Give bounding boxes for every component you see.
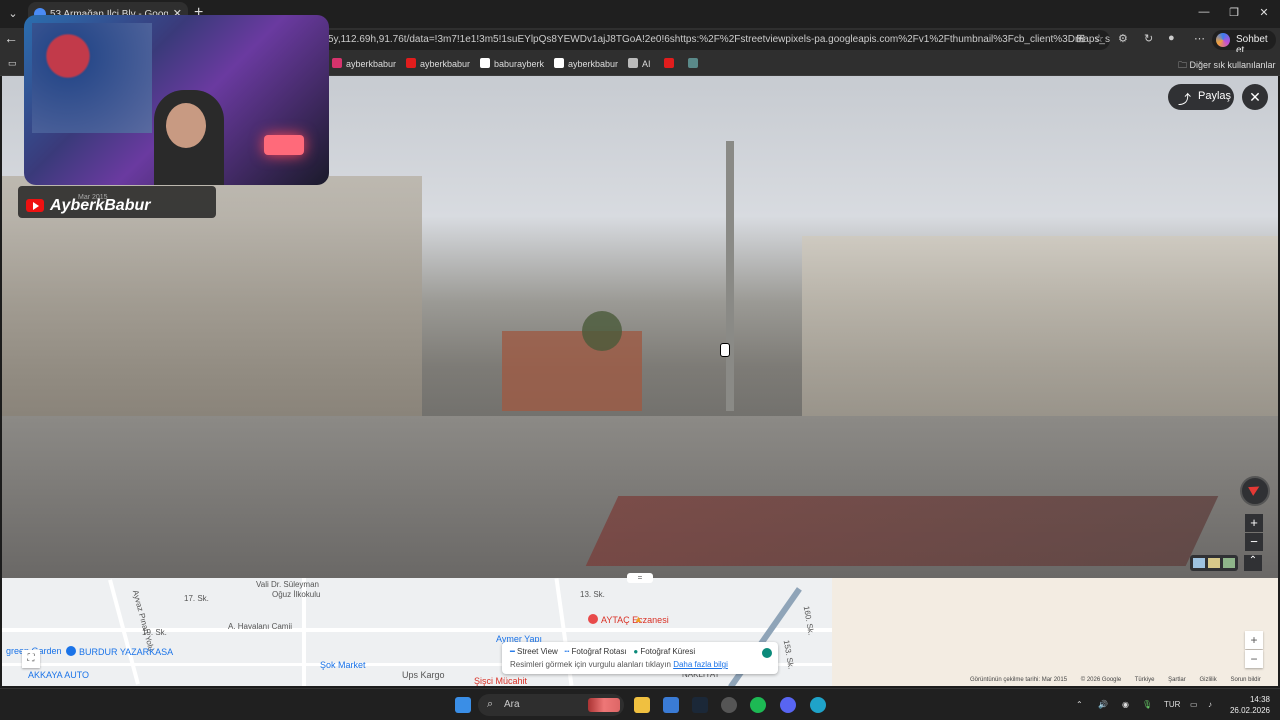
privacy-link[interactable]: Gizlilik <box>1199 677 1216 683</box>
speaker-icon[interactable]: ♪ <box>1208 700 1212 709</box>
edge-icon[interactable] <box>810 697 826 713</box>
mouse-pointer-icon <box>720 343 730 357</box>
copilot-chat-button[interactable]: Sohbet et <box>1212 30 1276 56</box>
bookmark-profile-icon[interactable]: ▭ <box>8 58 17 69</box>
youtube-logo-icon <box>26 199 44 212</box>
poi-burdur-yazarkasa[interactable]: BURDUR YAZARKASA <box>66 646 173 657</box>
terms-link[interactable]: Şartlar <box>1168 677 1186 683</box>
system-clock[interactable]: 14:38 26.02.2026 <box>1226 694 1270 716</box>
maximize-button[interactable]: ❐ <box>1224 6 1244 19</box>
ai-icon <box>628 58 638 68</box>
tab-list-chevron-icon[interactable]: ⌄ <box>4 5 22 23</box>
webcam-overlay <box>24 15 329 185</box>
street-view-close-button[interactable]: ✕ <box>1242 84 1268 110</box>
youtube-icon <box>664 58 674 68</box>
poi-akkaya-auto[interactable]: AKKAYA AUTO <box>28 670 89 680</box>
channel-brand: Mar 2015 AyberkBabur <box>18 186 216 218</box>
tiktok-icon <box>554 58 564 68</box>
extensions-icon[interactable]: ⚙ <box>1118 32 1128 45</box>
display-icon[interactable]: ▭ <box>1190 700 1198 709</box>
x-icon <box>480 58 490 68</box>
volume-icon[interactable]: 🔊 <box>1098 700 1108 709</box>
map-fullscreen-icon[interactable]: ⛶ <box>22 650 40 668</box>
bookmark-ai[interactable]: AI <box>628 58 651 69</box>
wall-art <box>32 23 152 133</box>
tree <box>582 311 622 351</box>
instagram-icon <box>332 58 342 68</box>
start-windows-icon[interactable] <box>455 697 471 713</box>
address-bar[interactable]: 5y,112.69h,91.76t/data=!3m7!1e1!3m5!1suE… <box>320 30 1110 50</box>
minimize-button[interactable]: — <box>1194 6 1214 18</box>
red-house <box>502 331 642 411</box>
bookmark-instagram[interactable]: ayberkbabur <box>332 58 396 69</box>
sv-zoom-in-button[interactable]: + <box>1245 514 1263 532</box>
photos-icon[interactable] <box>663 697 679 713</box>
poi-sok-market[interactable]: Şok Market <box>320 660 366 670</box>
compass-icon[interactable] <box>1240 476 1270 506</box>
share-icon: ⤴ <box>1178 92 1192 107</box>
streamer-face <box>166 103 206 148</box>
share-button[interactable]: ⤴ Paylaş <box>1168 84 1234 110</box>
taskbar-search[interactable]: ⌕ Ara <box>478 694 624 716</box>
map-zoom-out-button[interactable]: − <box>1245 650 1263 668</box>
more-info-link[interactable]: Daha fazla bilgi <box>673 660 728 669</box>
chrome-icon[interactable] <box>721 697 737 713</box>
utility-pole <box>726 141 734 411</box>
layer-thumbnails[interactable] <box>1190 555 1238 571</box>
bookmark-app[interactable] <box>688 58 702 69</box>
map-open-area <box>832 578 1278 686</box>
sv-zoom-out-button[interactable]: − <box>1245 533 1263 551</box>
network-icon[interactable]: ◉ <box>1122 700 1129 709</box>
pegman-icon[interactable]: ▲ <box>634 614 643 624</box>
poi-ups-kargo[interactable]: Ups Kargo <box>402 670 445 680</box>
spotify-icon[interactable] <box>750 697 766 713</box>
legend-toggle[interactable] <box>762 648 772 658</box>
map-resize-handle[interactable]: = <box>627 573 653 583</box>
pharmacy-pin-icon <box>588 614 598 624</box>
map-footer: Görüntünün çekilme tarihi: Mar 2015 © 20… <box>970 677 1261 683</box>
other-bookmarks-folder[interactable]: 🗀 Diğer sık kullanılanlar <box>1178 58 1276 74</box>
steam-icon[interactable] <box>692 697 708 713</box>
close-window-button[interactable]: ✕ <box>1254 6 1274 19</box>
map-zoom-in-button[interactable]: + <box>1245 631 1263 649</box>
back-arrow-icon[interactable]: ← <box>4 30 18 46</box>
bookmark-youtube[interactable]: ayberkbabur <box>406 58 470 69</box>
windows-taskbar: ⌕ Ara ⌃ 🔊 ◉ 🎙 TUR ▭ ♪ 14:38 26.02.2026 <box>0 688 1280 720</box>
microphone-icon[interactable]: 🎙 <box>1142 700 1152 709</box>
search-icon: ⌕ <box>487 698 494 710</box>
copilot-logo-icon <box>1216 33 1230 47</box>
more-menu-icon[interactable]: ⋯ <box>1194 32 1205 45</box>
language-indicator[interactable]: TUR <box>1164 700 1180 709</box>
split-screen-icon[interactable]: ⊞ <box>1076 32 1085 45</box>
search-highlight-image <box>588 698 620 712</box>
youtube-icon <box>406 58 416 68</box>
bookmark-x[interactable]: baburayberk <box>480 58 544 69</box>
bookmark-youtube-2[interactable] <box>664 58 678 69</box>
channel-name: AyberkBabur <box>50 197 151 214</box>
history-icon[interactable]: ↻ <box>1144 32 1153 45</box>
discord-icon[interactable] <box>780 697 796 713</box>
profile-avatar-icon[interactable]: ● <box>1168 32 1175 44</box>
report-link[interactable]: Sorun bildir <box>1230 677 1260 683</box>
expand-icon[interactable]: ⌃ <box>1244 555 1262 571</box>
neon-light <box>264 135 304 155</box>
building-right <box>802 236 1278 426</box>
poi-aytac-eczanesi[interactable]: AYTAÇ Eczanesi <box>588 614 669 625</box>
poi-sisci-mucahit[interactable]: Şişci Mücahit <box>474 676 527 686</box>
file-explorer-icon[interactable] <box>634 697 650 713</box>
red-curb <box>585 496 1219 566</box>
street-view-legend: ━ Street View ┅ Fotoğraf Rotası ● Fotoğr… <box>502 642 778 674</box>
app-icon <box>688 58 698 68</box>
favorite-star-icon[interactable]: ☆ <box>1094 32 1104 45</box>
bookmark-tiktok[interactable]: ayberkbabur <box>554 58 618 69</box>
compass-needle-icon <box>1248 482 1262 496</box>
tray-overflow-icon[interactable]: ⌃ <box>1076 700 1083 709</box>
